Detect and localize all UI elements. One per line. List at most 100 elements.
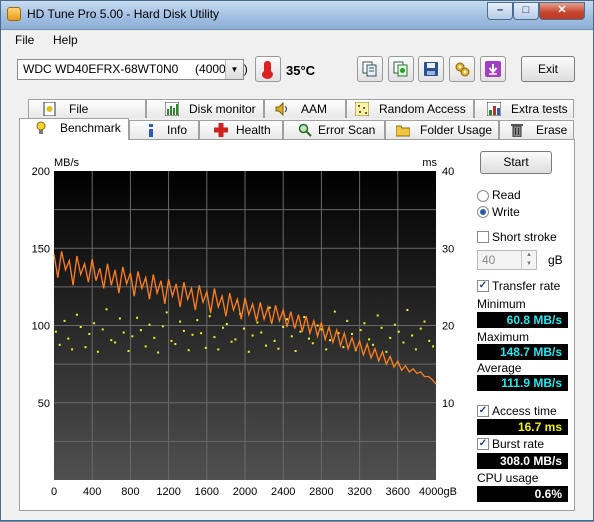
- burst-rate-checkbox[interactable]: ✓: [477, 438, 489, 450]
- access-time-point: [411, 334, 414, 337]
- y-left-unit: MB/s: [54, 157, 80, 169]
- access-time-point: [79, 326, 82, 328]
- access-time-point: [316, 324, 319, 327]
- access-time-point: [161, 325, 164, 328]
- access-time-point: [368, 338, 371, 341]
- write-radio[interactable]: [477, 206, 489, 218]
- short-stroke-checkbox[interactable]: [477, 231, 489, 243]
- minimum-label: Minimum: [477, 297, 526, 311]
- y-left-tick-label: 100: [32, 321, 50, 333]
- access-time-point: [346, 319, 349, 322]
- cpu-usage-label: CPU usage: [477, 471, 539, 485]
- start-button[interactable]: Start: [480, 151, 552, 174]
- access-time-point: [294, 350, 297, 352]
- minimum-value: 60.8 MB/s: [477, 312, 568, 328]
- access-time-point: [363, 322, 366, 325]
- spinner-arrows-icon[interactable]: ▲ ▼: [521, 251, 536, 269]
- access-time-point: [428, 339, 431, 342]
- access-time-point: [320, 328, 323, 331]
- access-time-point: [311, 342, 314, 345]
- access-time-point: [114, 341, 117, 344]
- access-time-point: [277, 347, 280, 350]
- access-time-point: [423, 320, 426, 323]
- access-time-point: [397, 330, 400, 333]
- average-value: 111.9 MB/s: [477, 375, 568, 391]
- access-time-point: [414, 348, 417, 351]
- y-left-tick-label: 200: [32, 166, 50, 178]
- access-time-point: [71, 348, 74, 351]
- access-time-point: [359, 329, 362, 332]
- access-time-point: [118, 317, 121, 320]
- tab-benchmark[interactable]: Benchmark: [19, 118, 129, 140]
- access-time-point: [290, 335, 293, 338]
- access-time-point: [225, 323, 228, 325]
- access-time-point: [393, 323, 396, 326]
- access-time-point: [93, 322, 96, 325]
- access-time-point: [187, 349, 190, 352]
- access-time-point: [165, 311, 168, 314]
- access-time-point: [101, 328, 104, 331]
- x-tick-label: 3600: [386, 486, 410, 498]
- access-time-point: [63, 319, 66, 322]
- access-time-point: [170, 339, 173, 342]
- access-time-point: [54, 330, 57, 333]
- access-time-point: [179, 320, 182, 323]
- access-time-point: [67, 337, 70, 340]
- short-stroke-label: Short stroke: [492, 230, 557, 244]
- access-time-point: [268, 306, 271, 309]
- access-time-point: [139, 329, 142, 332]
- access-time-point: [213, 336, 216, 339]
- access-time-point: [234, 338, 237, 341]
- access-time-point: [148, 323, 151, 326]
- access-time-point: [217, 348, 220, 351]
- access-time-point: [136, 316, 139, 319]
- access-time-point: [406, 309, 409, 311]
- x-tick-label: 1200: [156, 486, 180, 498]
- access-time-point: [251, 334, 254, 337]
- read-radio[interactable]: [477, 190, 489, 202]
- access-time-point: [385, 350, 388, 353]
- y-right-tick-label: 30: [442, 243, 454, 255]
- burst-rate-value: 308.0 MB/s: [477, 453, 568, 469]
- x-tick-label: 2000: [233, 486, 257, 498]
- access-time-point: [389, 336, 392, 339]
- x-tick-label: 2400: [271, 486, 295, 498]
- x-tick-label: 0: [51, 486, 57, 498]
- y-right-unit: ms: [422, 157, 437, 169]
- access-time-checkbox[interactable]: ✓: [477, 405, 489, 417]
- x-tick-label: 3200: [347, 486, 371, 498]
- access-time-point: [402, 341, 405, 344]
- tab-label: Benchmark: [60, 121, 121, 135]
- access-time-label: Access time: [492, 404, 557, 418]
- access-time-point: [222, 326, 224, 329]
- access-time-point: [286, 318, 288, 321]
- x-tick-label: 4000gB: [419, 486, 457, 498]
- access-time-point: [204, 346, 207, 349]
- access-time-point: [342, 346, 345, 349]
- access-time-point: [432, 345, 435, 348]
- access-time-point: [243, 327, 245, 330]
- access-time-point: [122, 331, 125, 334]
- access-time-point: [419, 327, 422, 330]
- short-stroke-unit: gB: [548, 253, 563, 267]
- app-window: HD Tune Pro 5.00 - Hard Disk Utility – □…: [0, 0, 594, 521]
- y-right-tick-label: 10: [442, 398, 454, 410]
- access-time-point: [260, 331, 263, 334]
- cpu-usage-value: 0.6%: [477, 486, 568, 502]
- access-time-point: [273, 339, 276, 342]
- access-time-point: [376, 314, 379, 317]
- transfer-rate-checkbox[interactable]: ✓: [477, 280, 489, 292]
- access-time-point: [84, 346, 87, 349]
- access-time-point: [308, 337, 310, 340]
- access-time-point: [110, 339, 113, 342]
- transfer-rate-label: Transfer rate: [492, 279, 561, 293]
- read-label: Read: [492, 188, 521, 202]
- y-left-tick-label: 50: [38, 398, 50, 410]
- maximum-label: Maximum: [477, 330, 530, 344]
- access-time-point: [174, 343, 177, 345]
- x-tick-label: 2800: [309, 486, 333, 498]
- access-time-point: [333, 310, 336, 313]
- access-time-point: [157, 351, 160, 354]
- access-time-point: [153, 336, 156, 339]
- short-stroke-input[interactable]: 40 ▲ ▼: [477, 250, 537, 270]
